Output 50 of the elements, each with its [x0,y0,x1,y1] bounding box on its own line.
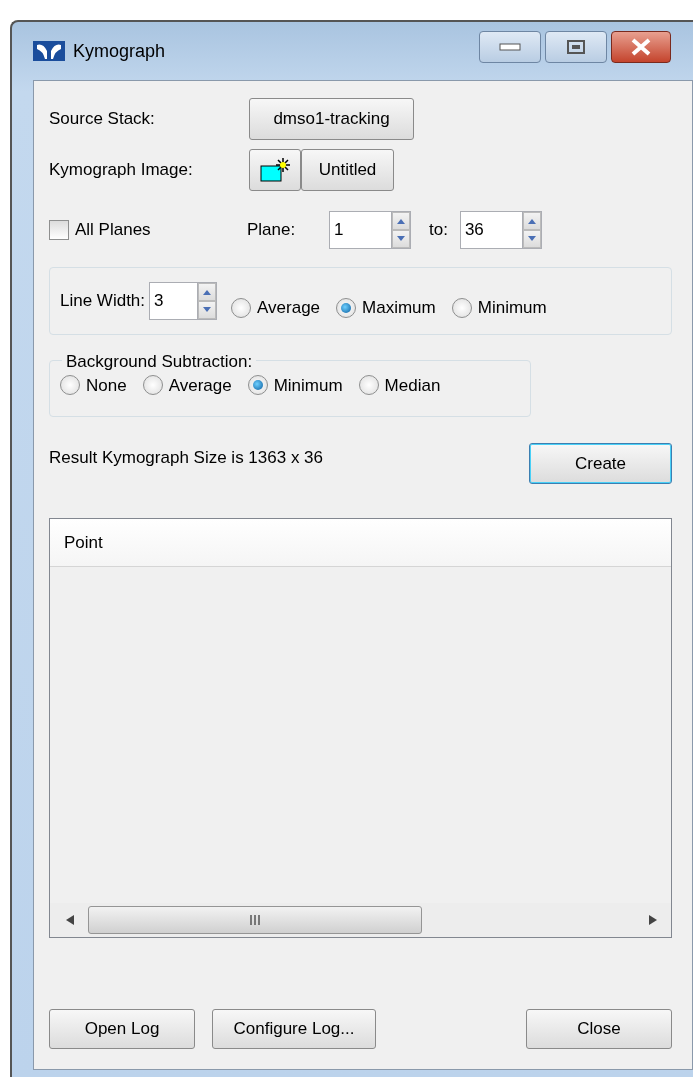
grip-icon [250,915,260,925]
result-text: Result Kymograph Size is 1363 x 36 [49,447,324,469]
field-label: Kymograph Image: [49,159,194,182]
minimize-button[interactable] [479,31,541,63]
radio-label: Median [384,374,441,397]
field-label: Source Stack: [49,108,156,131]
radio-button[interactable] [336,298,357,318]
maximize-button[interactable] [545,31,607,63]
down-arrow-icon[interactable] [396,236,406,242]
radio-button[interactable] [247,375,268,396]
up-arrow-icon[interactable] [202,289,213,295]
plane-field[interactable]: 1 [329,211,391,249]
checkbox[interactable] [49,220,69,240]
checkbox-label: All Planes [75,219,151,242]
to-field[interactable]: 36 [459,211,522,249]
field-label: Line Width: [60,290,146,313]
radio-label: Minimum [477,297,547,320]
up-arrow-icon[interactable] [526,218,537,224]
radio-button[interactable] [358,375,379,396]
field-label: Plane: [247,219,297,242]
image-name-button[interactable]: Untitled [301,149,394,191]
minimize-icon [499,43,521,51]
radio-button[interactable] [451,298,472,318]
radio-button[interactable] [231,298,252,318]
down-arrow-icon[interactable] [526,236,537,242]
source-stack-button[interactable]: dmso1-tracking [249,98,414,140]
up-arrow-icon[interactable] [396,218,406,224]
line-width-field[interactable]: 3 [149,282,198,320]
close-icon-button[interactable] [611,31,671,63]
close-button[interactable]: Close [526,1009,672,1049]
maximize-icon [566,39,586,55]
new-image-button[interactable] [249,149,301,191]
radio-label: Average [257,297,321,320]
configure-log-button[interactable]: Configure Log... [212,1009,376,1049]
column-header[interactable]: Point [50,519,671,567]
window-title: Kymograph [73,39,166,63]
radio-label: Minimum [273,374,343,397]
scroll-thumb[interactable] [88,906,422,934]
field-label: to: [429,219,448,242]
radio-button[interactable] [60,375,80,396]
down-arrow-icon[interactable] [202,307,213,313]
radio-label: None [86,374,127,397]
radio-label: Maximum [362,297,436,320]
new-image-icon [259,156,291,184]
radio-button[interactable] [142,375,163,396]
app-icon [33,41,65,61]
close-icon [630,38,652,56]
radio-label: Average [168,374,232,397]
open-log-button[interactable]: Open Log [49,1009,195,1049]
create-button[interactable]: Create [529,443,672,484]
